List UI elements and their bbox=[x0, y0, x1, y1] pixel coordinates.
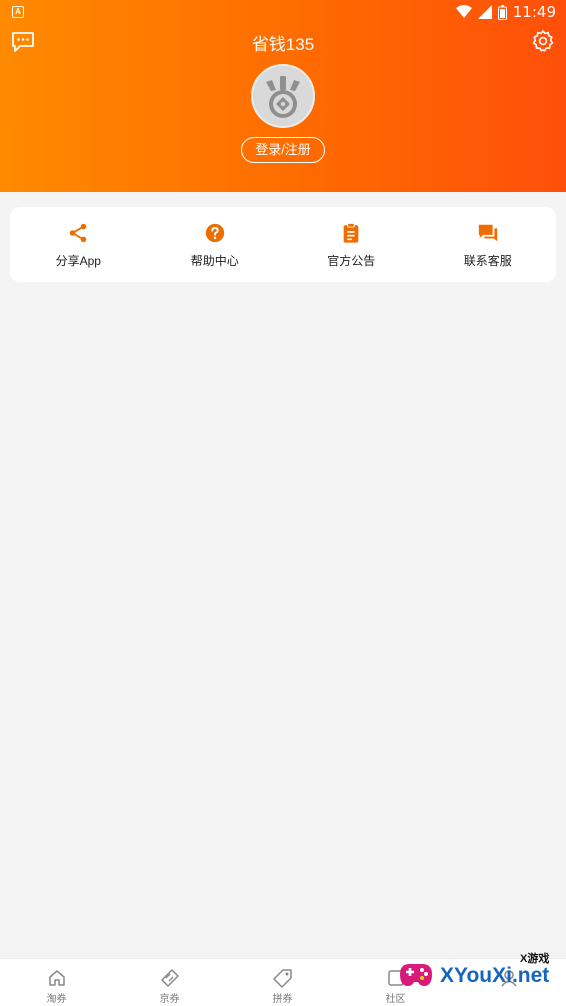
announcement-label: 官方公告 bbox=[327, 254, 376, 268]
status-bar: A 11:49 bbox=[0, 0, 566, 26]
signal-icon bbox=[477, 5, 492, 19]
tab-label: 拼券 bbox=[272, 994, 293, 1005]
home-icon bbox=[48, 970, 65, 986]
watermark-big-text: XYouXi.net bbox=[440, 964, 550, 987]
ticket-icon bbox=[160, 969, 179, 987]
profile-header: A 11:49 省钱135 登录/注册 bbox=[0, 0, 566, 192]
tab-jingquan[interactable]: 京券 bbox=[113, 959, 226, 1006]
share-app-button[interactable]: 分享App bbox=[10, 207, 147, 282]
status-badge: A bbox=[12, 6, 24, 18]
help-icon bbox=[205, 223, 224, 243]
announcement-button[interactable]: 官方公告 bbox=[283, 207, 420, 282]
gear-icon[interactable] bbox=[531, 29, 555, 53]
login-register-button[interactable]: 登录/注册 bbox=[241, 137, 325, 163]
battery-icon bbox=[497, 4, 507, 20]
page-title: 省钱135 bbox=[251, 35, 315, 54]
tab-taoquan[interactable]: 淘券 bbox=[0, 959, 113, 1006]
avatar[interactable] bbox=[251, 64, 315, 128]
help-center-button[interactable]: 帮助中心 bbox=[147, 207, 284, 282]
avatar-logo-icon bbox=[266, 76, 300, 118]
watermark: X游戏 XYouXi.net bbox=[392, 946, 562, 1004]
quick-actions-card: 分享App 帮助中心 官方公告 联系客服 bbox=[10, 207, 556, 282]
wifi-icon bbox=[455, 5, 472, 18]
status-time: 11:49 bbox=[512, 3, 556, 21]
tab-pinquan[interactable]: 拼券 bbox=[226, 959, 339, 1006]
clipboard-icon bbox=[343, 222, 359, 243]
status-icons: 11:49 bbox=[455, 3, 556, 21]
chat-icon bbox=[478, 224, 497, 242]
customer-service-button[interactable]: 联系客服 bbox=[420, 207, 557, 282]
customer-service-label: 联系客服 bbox=[463, 254, 512, 268]
tab-label: 京券 bbox=[159, 994, 180, 1005]
tag-icon bbox=[272, 969, 292, 988]
watermark-logo-icon bbox=[400, 964, 432, 986]
tab-label: 淘券 bbox=[46, 994, 67, 1005]
share-icon bbox=[70, 223, 87, 243]
help-center-label: 帮助中心 bbox=[190, 254, 239, 268]
share-app-label: 分享App bbox=[55, 254, 101, 268]
